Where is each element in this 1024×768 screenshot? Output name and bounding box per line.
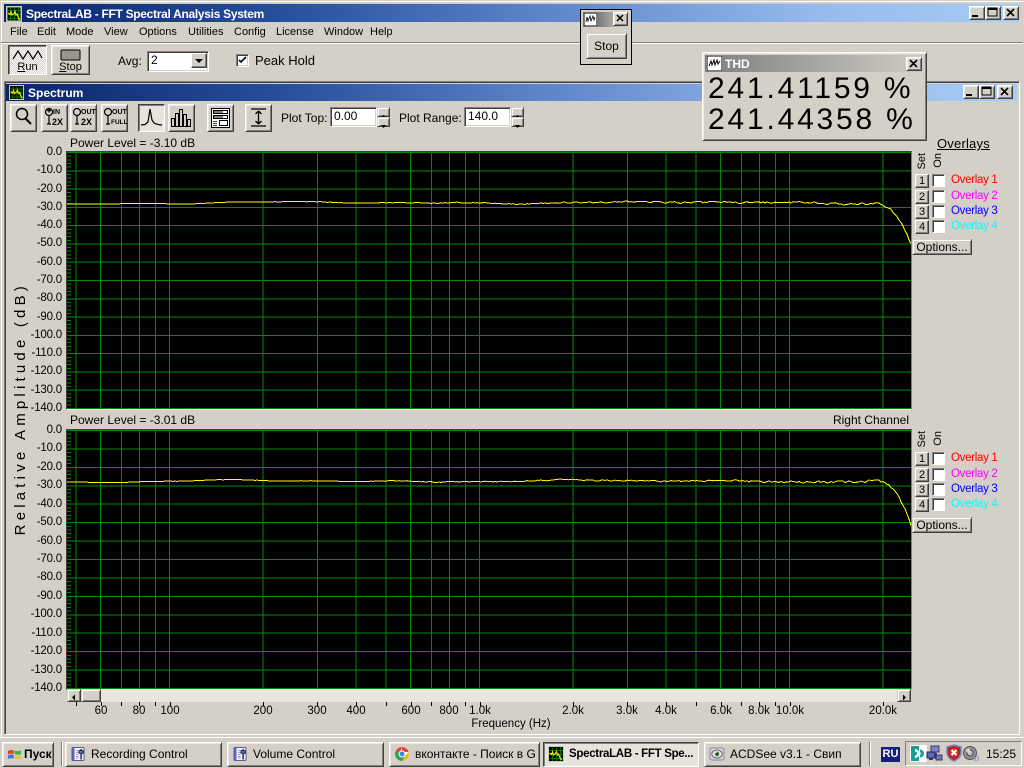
svg-text:OUT: OUT	[112, 109, 127, 116]
svg-text:OUT: OUT	[81, 109, 96, 116]
svg-text:IN: IN	[53, 109, 60, 116]
svg-text:FULL: FULL	[111, 119, 127, 126]
svg-text:2X: 2X	[52, 117, 63, 127]
svg-text:2X: 2X	[81, 117, 92, 127]
